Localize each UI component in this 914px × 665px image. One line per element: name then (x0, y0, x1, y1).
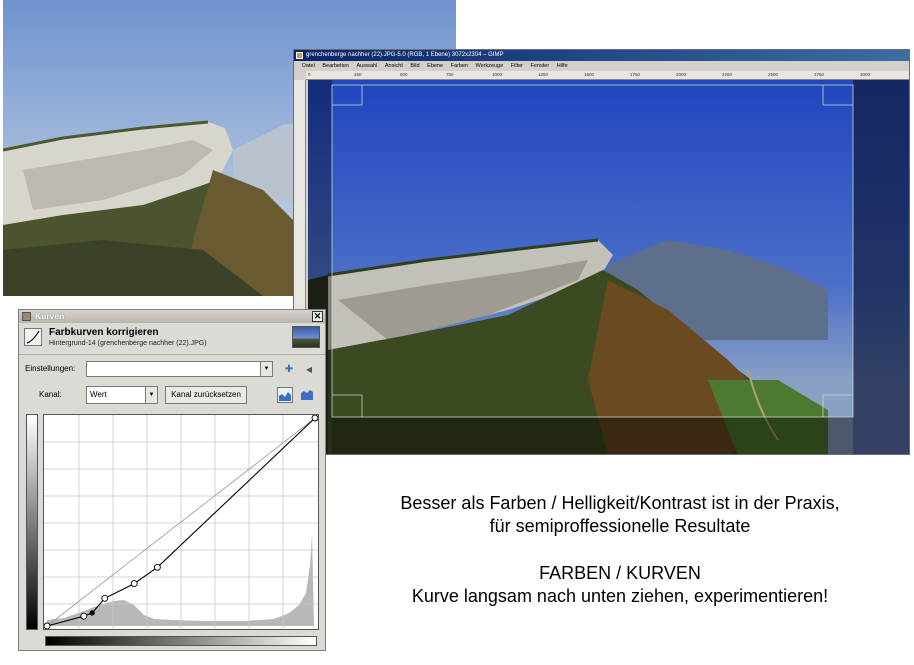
ruler-tick: 1750 (630, 72, 641, 77)
settings-label: Einstellungen: (25, 364, 76, 373)
curves-header-icon (24, 328, 42, 346)
menu-hilfe[interactable]: Hilfe (557, 61, 568, 71)
ruler-tick: 2000 (676, 72, 687, 77)
linear-histogram-icon[interactable] (277, 387, 293, 403)
ruler-tick: 250 (354, 72, 362, 77)
gimp-app-icon (296, 52, 303, 59)
ruler-tick: 1250 (538, 72, 549, 77)
ruler-tick: 2500 (768, 72, 779, 77)
image-window-title: grenchenberge nachher (22).JPG-5.0 (RGB,… (306, 52, 504, 58)
slide-line-4: Kurve langsam nach unten ziehen, experim… (411, 586, 829, 606)
image-canvas[interactable] (308, 80, 909, 454)
ruler-tick: 2750 (814, 72, 825, 77)
ruler-tick: 750 (446, 72, 454, 77)
menu-bild[interactable]: Bild (410, 61, 419, 71)
ruler-tick: 1000 (492, 72, 503, 77)
menu-werkzeuge[interactable]: Werkzeuge (476, 61, 504, 71)
ruler-tick: 0 (308, 72, 311, 77)
curve-control-point[interactable] (311, 414, 319, 422)
log-histogram-icon[interactable] (299, 387, 315, 403)
curves-graph[interactable] (43, 414, 319, 630)
slide-text-block: Besser als Farben / Helligkeit/Kontrast … (340, 492, 900, 608)
add-preset-icon[interactable]: ✚ (281, 362, 297, 378)
curve-control-point[interactable] (89, 610, 95, 616)
close-icon[interactable]: ✕ (312, 311, 323, 322)
channel-value: Wert (90, 390, 107, 399)
curves-tool-icon (22, 312, 31, 321)
channel-row: Kanal: Wert ▼ Kanal zurücksetzen (19, 384, 325, 406)
curve-plot[interactable] (43, 414, 319, 630)
menu-ebene[interactable]: Ebene (427, 61, 443, 71)
curves-dialog[interactable]: Kurven ✕ Farbkurven korrigieren Hintergr… (18, 309, 326, 651)
curves-graph-area (24, 412, 324, 648)
mountain-photo-edited (308, 80, 909, 454)
menu-fenster[interactable]: Fenster (531, 61, 550, 71)
settings-combo[interactable]: ▼ (86, 361, 273, 377)
ruler-tick: 500 (400, 72, 408, 77)
menu-datei[interactable]: Datei (302, 61, 315, 71)
curves-dialog-header: Farbkurven korrigieren Hintergrund-14 (g… (19, 323, 325, 355)
histogram (47, 535, 314, 626)
horizontal-ruler[interactable]: 0 250 500 750 1000 1250 1500 1750 2000 2… (306, 71, 909, 80)
image-menubar: Datei Bearbeiten Auswahl Ansicht Bild Eb… (294, 61, 909, 71)
channel-label: Kanal: (39, 390, 62, 399)
chevron-down-icon[interactable]: ▼ (260, 362, 272, 376)
settings-row: Einstellungen: ▼ ✚ ◀ (19, 360, 325, 380)
menu-filter[interactable]: Filter (511, 61, 523, 71)
image-window-titlebar[interactable]: grenchenberge nachher (22).JPG-5.0 (RGB,… (294, 50, 909, 61)
curve-control-point[interactable] (43, 622, 51, 630)
output-gradient-bar (26, 414, 38, 630)
curve-control-point[interactable] (153, 563, 161, 571)
layer-thumbnail (292, 326, 320, 348)
ruler-tick: 3000 (860, 72, 871, 77)
curve-control-point[interactable] (101, 594, 109, 602)
slide-line-1: Besser als Farben / Helligkeit/Kontrast … (400, 493, 840, 513)
curves-dialog-titlebar[interactable]: Kurven ✕ (19, 310, 325, 323)
preset-menu-icon[interactable]: ◀ (301, 362, 317, 378)
chevron-down-icon[interactable]: ▼ (145, 387, 157, 403)
slide-line-2: für semiproffessionelle Resultate (489, 516, 751, 536)
reset-channel-button[interactable]: Kanal zurücksetzen (165, 386, 247, 404)
curves-header-subtitle: Hintergrund-14 (grenchenberge nachher (2… (49, 340, 207, 347)
menu-ansicht[interactable]: Ansicht (385, 61, 403, 71)
menu-farben[interactable]: Farben (451, 61, 468, 71)
curve-control-point[interactable] (80, 612, 88, 620)
input-gradient-bar (45, 636, 317, 646)
slide-line-3: FARBEN / KURVEN (539, 563, 701, 583)
gimp-image-window[interactable]: grenchenberge nachher (22).JPG-5.0 (RGB,… (293, 49, 910, 455)
channel-select[interactable]: Wert ▼ (86, 386, 158, 404)
curve-control-point[interactable] (130, 580, 138, 588)
ruler-tick: 2250 (722, 72, 733, 77)
curves-dialog-title: Kurven (35, 311, 65, 321)
curves-header-title: Farbkurven korrigieren (49, 327, 159, 338)
menu-bearbeiten[interactable]: Bearbeiten (322, 61, 349, 71)
ruler-tick: 1500 (584, 72, 595, 77)
menu-auswahl[interactable]: Auswahl (357, 61, 378, 71)
